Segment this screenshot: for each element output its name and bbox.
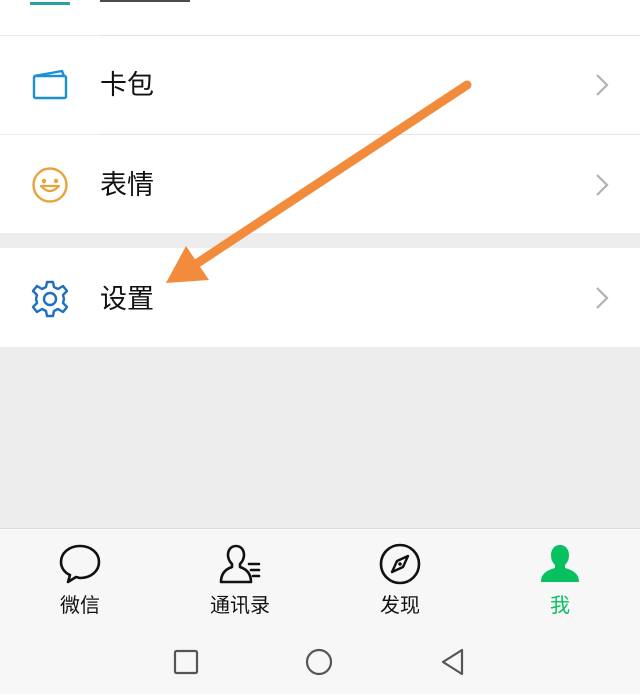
chevron-right-icon [596, 174, 609, 196]
chevron-right-icon [596, 287, 609, 309]
tab-label: 发现 [380, 593, 420, 617]
tab-discover[interactable]: 发现 [320, 529, 480, 631]
card-wallet-icon [32, 69, 68, 100]
contacts-icon [219, 544, 261, 584]
tab-label: 我 [550, 593, 570, 617]
chat-bubble-icon [59, 544, 101, 584]
chevron-right-icon [596, 74, 609, 96]
tab-me[interactable]: 我 [480, 529, 640, 631]
tab-label: 通讯录 [210, 593, 270, 617]
home-circle-icon[interactable] [303, 646, 335, 678]
menu-item-label: 表情 [100, 170, 154, 201]
person-icon [541, 545, 579, 582]
menu-item-settings[interactable]: 设置 [0, 248, 640, 347]
back-triangle-icon[interactable] [437, 646, 469, 678]
compass-icon [379, 543, 421, 585]
gear-icon [31, 280, 69, 318]
partial-item-label [100, 0, 190, 2]
tab-chats[interactable]: 微信 [0, 529, 160, 631]
recents-square-icon[interactable] [170, 646, 202, 678]
partial-item-icon [30, 0, 70, 5]
tab-label: 微信 [60, 593, 100, 617]
menu-item-label: 卡包 [100, 70, 154, 101]
menu-item-card-wallet[interactable]: 卡包 [0, 36, 640, 134]
menu-item-partial[interactable] [0, 0, 640, 35]
menu-item-label: 设置 [100, 284, 154, 315]
emoji-icon [32, 167, 68, 203]
menu-item-emoji[interactable]: 表情 [0, 135, 640, 233]
system-nav-bar [0, 630, 640, 694]
tab-bar: 微信 通讯录 发现 我 [0, 528, 640, 631]
tab-contacts[interactable]: 通讯录 [160, 529, 320, 631]
